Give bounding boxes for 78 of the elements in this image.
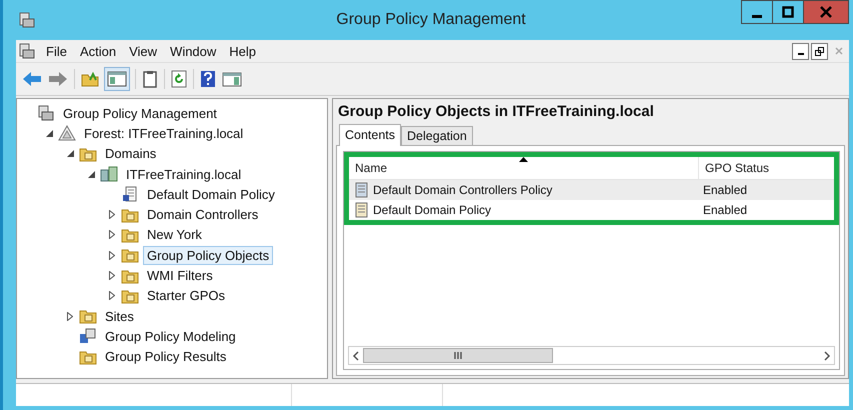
folder-icon: [79, 146, 97, 162]
collapsed-arrow-icon[interactable]: [67, 312, 73, 321]
horizontal-scrollbar[interactable]: [348, 346, 835, 365]
restore-icon: [815, 46, 824, 56]
pane-title: Group Policy Objects in ITFreeTraining.local: [337, 102, 655, 122]
collapsed-arrow-icon[interactable]: [109, 230, 115, 240]
help-icon[interactable]: [200, 70, 216, 88]
close-button[interactable]: [803, 0, 849, 24]
refresh-icon[interactable]: [171, 70, 187, 88]
folder-icon: [121, 288, 139, 304]
minimize-button[interactable]: [741, 0, 773, 24]
list-row[interactable]: Default Domain Controllers Policy Enabled: [349, 180, 834, 200]
tree-item[interactable]: Group Policy Management: [59, 104, 221, 123]
list-cell: Default Domain Policy: [373, 203, 492, 217]
tab[interactable]: Contents: [339, 124, 402, 146]
console-icon: [18, 11, 36, 29]
tree-item[interactable]: Group Policy Results: [101, 347, 230, 366]
folder-icon: [121, 226, 139, 243]
clipboard-icon[interactable]: [142, 70, 158, 88]
tree-item[interactable]: Forest: ITFreeTraining.local: [80, 124, 248, 143]
list-cell: Default Domain Controllers Policy: [373, 183, 552, 197]
tree-item[interactable]: Domains: [101, 144, 160, 164]
panel-toggle-icon[interactable]: [105, 68, 129, 90]
back-arrow-icon[interactable]: [22, 71, 42, 87]
close-icon: [820, 6, 832, 18]
sort-arrow-icon: [519, 157, 528, 162]
forward-arrow-icon[interactable]: [48, 71, 68, 87]
tree-item[interactable]: Domain Controllers: [143, 205, 262, 224]
collapsed-arrow-icon[interactable]: [109, 210, 115, 220]
scrollbar-thumb[interactable]: [363, 348, 553, 363]
tree-item[interactable]: Group Policy Objects: [143, 246, 274, 265]
maximize-icon: [782, 6, 794, 18]
window-title: Group Policy Management: [335, 11, 527, 29]
expanded-arrow-icon[interactable]: [88, 170, 94, 178]
menu-item[interactable]: File: [42, 44, 76, 58]
modeling-icon: [79, 328, 97, 344]
list-row[interactable]: Default Domain Policy Enabled: [349, 200, 834, 220]
expanded-arrow-icon[interactable]: [46, 130, 52, 137]
tree-item[interactable]: Sites: [101, 306, 138, 326]
minimize-button[interactable]: [792, 42, 809, 60]
close-icon: [834, 47, 842, 55]
building-icon: [100, 166, 118, 182]
console-icon: [37, 105, 55, 122]
menu-item[interactable]: Action: [76, 44, 126, 58]
scroll-icon: [353, 182, 369, 198]
collapsed-arrow-icon[interactable]: [109, 291, 115, 300]
menu-item[interactable]: Window: [166, 44, 226, 58]
column-header[interactable]: Name: [349, 157, 699, 179]
menu-item[interactable]: View: [125, 44, 166, 58]
folder-icon: [79, 308, 97, 324]
list-cell-text: Enabled: [702, 183, 748, 197]
expanded-arrow-icon[interactable]: [66, 150, 74, 158]
menu-item[interactable]: Help: [225, 44, 266, 58]
column-header[interactable]: GPO Status: [699, 157, 834, 179]
policy-document-icon: [121, 186, 139, 202]
tree-item[interactable]: Starter GPOs: [143, 286, 230, 306]
folder-icon: [121, 206, 139, 223]
folder-icon[interactable]: [81, 71, 99, 87]
restore-button[interactable]: [811, 42, 828, 60]
folder-icon: [79, 348, 97, 365]
tree-item[interactable]: Default Domain Policy: [143, 184, 279, 204]
triangle-icon: [58, 125, 76, 142]
folder-icon: [121, 268, 139, 284]
collapsed-arrow-icon[interactable]: [109, 250, 115, 260]
folder-icon: [121, 247, 139, 264]
tree-item[interactable]: New York: [143, 225, 206, 244]
tab[interactable]: Delegation: [401, 126, 473, 145]
tree-item[interactable]: ITFreeTraining.local: [122, 164, 246, 184]
scroll-icon: [353, 202, 369, 218]
list-cell-text: Enabled: [702, 203, 748, 217]
tree-item[interactable]: Group Policy Modeling: [101, 326, 240, 346]
minimize-icon: [752, 14, 762, 18]
action-pane-icon[interactable]: [222, 70, 242, 88]
collapsed-arrow-icon[interactable]: [109, 271, 115, 280]
console-icon: [18, 42, 36, 60]
minimize-icon: [798, 53, 804, 55]
tree-item[interactable]: WMI Filters: [143, 266, 217, 286]
maximize-button[interactable]: [772, 0, 804, 24]
